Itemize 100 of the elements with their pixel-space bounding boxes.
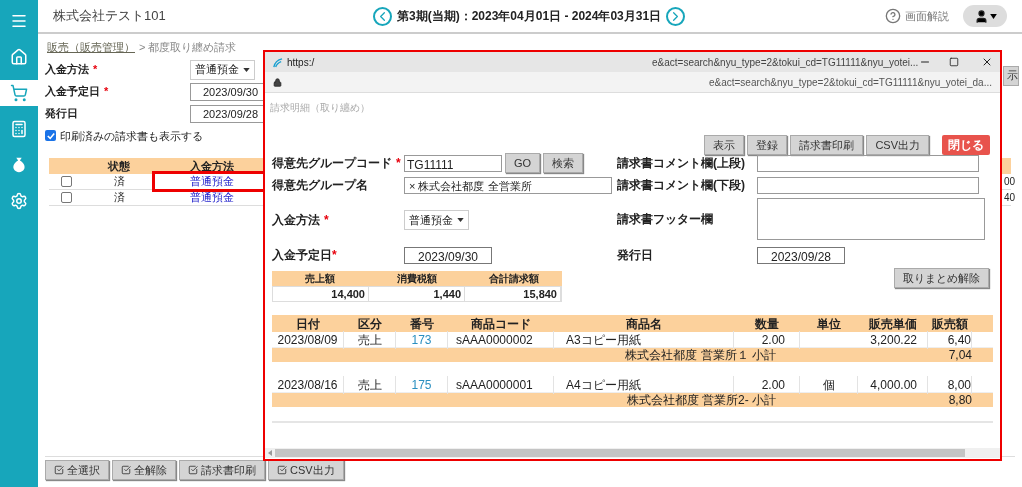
previous-period-icon[interactable] bbox=[373, 6, 392, 26]
horizontal-scrollbar[interactable] bbox=[265, 448, 1000, 458]
show-button[interactable]: 示 bbox=[1003, 65, 1019, 86]
cart-icon[interactable] bbox=[10, 84, 28, 102]
column-header: 商品名 bbox=[625, 315, 663, 333]
footer-button[interactable]: 全解除 bbox=[112, 460, 176, 480]
column-header: 単位 bbox=[816, 315, 842, 333]
footer-button[interactable]: 請求書印刷 bbox=[179, 460, 265, 480]
required-mark: * bbox=[104, 84, 109, 100]
browser-icon bbox=[272, 56, 283, 68]
lock-icon bbox=[273, 77, 282, 87]
scroll-left-icon[interactable] bbox=[268, 450, 272, 456]
user-icon bbox=[973, 8, 989, 24]
field-label: 請求書コメント欄(上段) bbox=[617, 155, 746, 172]
field-label: 発行日 bbox=[617, 247, 654, 264]
column-header: 状態 bbox=[106, 158, 131, 174]
table-cell: 15,840 bbox=[465, 285, 561, 303]
user-menu-button[interactable] bbox=[963, 5, 1007, 27]
field-label: 得意先グループコード * bbox=[272, 154, 402, 172]
column-header: 売上額 bbox=[304, 272, 337, 286]
payment-select[interactable]: 普通預金 bbox=[404, 210, 469, 230]
required-mark: * bbox=[324, 212, 329, 229]
footer-text-area[interactable] bbox=[757, 198, 985, 240]
required-mark: * bbox=[396, 155, 401, 172]
settings-icon[interactable] bbox=[10, 192, 28, 210]
field-label: 請求書フッター欄 bbox=[617, 211, 714, 228]
checkbox[interactable] bbox=[45, 130, 56, 142]
column-header: 販売額 bbox=[931, 315, 969, 333]
home-icon[interactable] bbox=[10, 48, 28, 66]
column-header: 区分 bbox=[357, 315, 383, 333]
breadcrumb-link[interactable]: 販売（販売管理） bbox=[47, 39, 135, 56]
footer-button[interactable]: CSV出力 bbox=[268, 460, 344, 480]
fiscal-period: 第3期(当期)：2023年04月01日 - 2024年03月31日 bbox=[397, 8, 662, 25]
close-button[interactable]: 閉じる bbox=[942, 135, 990, 155]
go-button[interactable]: GO bbox=[505, 153, 541, 173]
menu-icon[interactable] bbox=[10, 12, 28, 30]
checkbox-icon bbox=[188, 465, 198, 475]
table-cell: 1,440 bbox=[369, 285, 465, 303]
table-cell-text: 済 bbox=[112, 174, 126, 190]
footer-button[interactable]: 全選択 bbox=[45, 460, 109, 480]
comment-field[interactable] bbox=[757, 154, 979, 172]
payment-select[interactable]: 普通預金 bbox=[190, 59, 255, 80]
payment-method-link[interactable]: 普通預金 bbox=[189, 175, 234, 188]
field-label: 発行日 bbox=[45, 106, 79, 122]
column-header: 数量 bbox=[754, 315, 780, 333]
caret-icon bbox=[989, 13, 997, 19]
toolbar-button[interactable]: 登録 bbox=[747, 135, 788, 155]
close-icon[interactable] bbox=[981, 56, 993, 68]
column-header: 合計請求額 bbox=[487, 272, 540, 286]
comment-field[interactable] bbox=[757, 176, 979, 194]
calculator-icon[interactable] bbox=[10, 120, 28, 138]
column-header: 販売単価 bbox=[868, 315, 918, 333]
field-label: 入金予定日* bbox=[272, 246, 338, 264]
window-url: e&act=search&nyu_type=2&tokui_cd=TG11111&nyu_yotei... bbox=[652, 55, 919, 70]
checkbox-icon bbox=[121, 465, 131, 475]
table-cell-text: 40 bbox=[1004, 191, 1017, 205]
toolbar-button[interactable]: CSV出力 bbox=[866, 135, 929, 155]
company-name: 株式会社テスト101 bbox=[53, 7, 167, 26]
checkbox-label: 印刷済みの請求書も表示する bbox=[60, 128, 203, 144]
payment-method-link[interactable]: 普通預金 bbox=[189, 191, 234, 204]
field-label: 得意先グループ名 bbox=[272, 177, 369, 194]
breadcrumb-current: > 都度取り纏め請求 bbox=[139, 40, 237, 55]
group-name-field[interactable]: × 株式会社都度 全営業所 bbox=[404, 176, 612, 194]
table-cell: 14,400 bbox=[273, 285, 369, 303]
toolbar-button[interactable]: 表示 bbox=[704, 135, 745, 155]
field-label: 入金方法 * bbox=[272, 211, 330, 229]
checkbox-icon bbox=[54, 465, 64, 475]
field-label: 入金予定日 * bbox=[45, 83, 110, 100]
column-header: 入金方法 bbox=[188, 158, 235, 174]
checkbox[interactable] bbox=[61, 192, 72, 203]
toolbar-button[interactable]: 請求書印刷 bbox=[790, 135, 864, 155]
money-bag-icon[interactable] bbox=[10, 156, 28, 174]
column-header: 商品コード bbox=[470, 315, 532, 333]
column-header: 日付 bbox=[295, 315, 321, 333]
help-icon[interactable] bbox=[885, 8, 901, 24]
subtotal-label: 株式会社都度 営業所2- 小計 bbox=[625, 392, 777, 409]
subtotal-label: 株式会社都度 営業所１ 小計 bbox=[624, 347, 777, 364]
caret-icon bbox=[243, 67, 250, 72]
caret-icon bbox=[457, 218, 464, 222]
next-period-icon[interactable] bbox=[666, 6, 686, 26]
table-cell-text: 00 bbox=[1004, 175, 1017, 189]
help-link[interactable]: 画面解説 bbox=[905, 7, 949, 25]
checkbox[interactable] bbox=[61, 176, 72, 187]
date-field[interactable]: 2023/09/28 bbox=[757, 246, 845, 264]
required-mark: * bbox=[93, 62, 98, 78]
address-bar-url: e&act=search&nyu_type=2&tokui_cd=TG11111&nyu_yotei_da... bbox=[708, 75, 992, 90]
date-field[interactable]: 2023/09/30 bbox=[404, 246, 492, 264]
maximize-icon[interactable] bbox=[949, 57, 959, 67]
subtotal-amount: 7,04 bbox=[947, 347, 972, 364]
required-mark: * bbox=[332, 247, 337, 264]
window-title: https:/ bbox=[287, 55, 316, 70]
table-cell-text: 済 bbox=[112, 190, 126, 206]
field-label: 請求書コメント欄(下段) bbox=[617, 177, 746, 194]
group-code-field[interactable]: TG11111 bbox=[404, 154, 502, 172]
checkbox-icon bbox=[277, 465, 287, 475]
field-label: 入金方法 * bbox=[45, 61, 99, 78]
column-header: 消費税額 bbox=[396, 272, 438, 286]
subtotal-amount: 8,80 bbox=[947, 392, 972, 409]
search-button[interactable]: 検索 bbox=[543, 153, 584, 173]
unbundle-button[interactable]: 取りまとめ解除 bbox=[894, 268, 989, 288]
